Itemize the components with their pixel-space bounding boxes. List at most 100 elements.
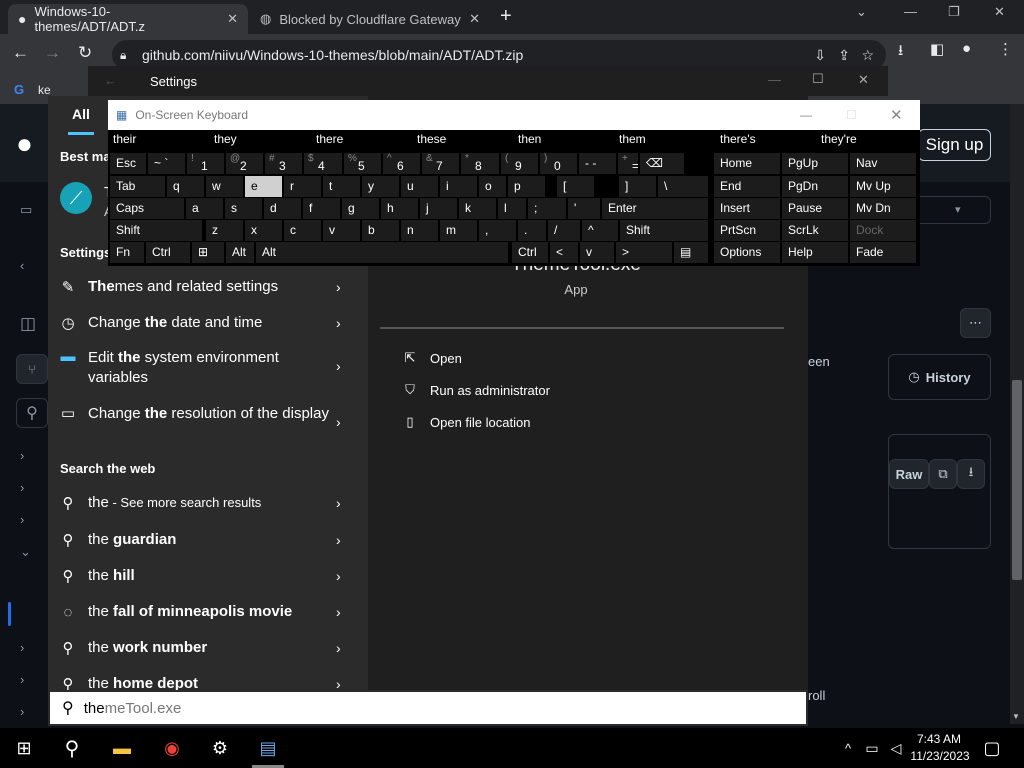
- osk-key[interactable]: t: [323, 176, 360, 197]
- minimize-icon[interactable]: —: [904, 4, 917, 19]
- tree-chevron-icon[interactable]: ›: [20, 448, 24, 463]
- chevron-left-icon[interactable]: ‹: [20, 258, 24, 273]
- chevron-right-icon[interactable]: ›: [336, 532, 341, 548]
- osk-key[interactable]: a: [186, 198, 223, 219]
- osk-key[interactable]: Fade: [850, 242, 916, 263]
- osk-key[interactable]: i: [440, 176, 477, 197]
- minimize-icon[interactable]: —: [800, 108, 812, 122]
- copy-icon[interactable]: ⧉: [929, 459, 957, 489]
- chevron-right-icon[interactable]: ›: [336, 640, 341, 656]
- osk-key[interactable]: j: [420, 198, 457, 219]
- osk-key[interactable]: * 8: [461, 153, 499, 174]
- search-icon[interactable]: ⚲: [16, 398, 48, 428]
- osk-key[interactable]: g: [342, 198, 379, 219]
- osk-key[interactable]: v: [323, 220, 360, 241]
- osk-key[interactable]: @2: [226, 153, 263, 174]
- chevron-right-icon[interactable]: ›: [336, 315, 341, 331]
- osk-key[interactable]: ▤: [674, 242, 708, 263]
- osk-key[interactable]: Mv Dn: [850, 198, 916, 219]
- osk-key[interactable]: ⌫: [640, 153, 684, 174]
- result-resolution[interactable]: ▭ Change the resolution of the display ›: [48, 404, 368, 446]
- osk-key[interactable]: Home: [714, 153, 780, 174]
- scrollbar-thumb[interactable]: [1012, 380, 1022, 580]
- maximize-icon[interactable]: ☐: [846, 108, 857, 122]
- close-tab-icon[interactable]: ✕: [227, 11, 238, 27]
- tree-chevron-icon[interactable]: ›: [20, 640, 24, 655]
- osk-key[interactable]: /: [548, 220, 580, 241]
- osk-key[interactable]: \: [658, 176, 708, 197]
- prediction-item[interactable]: they're: [821, 132, 857, 150]
- chevron-right-icon[interactable]: ›: [336, 279, 341, 295]
- result-env-vars[interactable]: ▬ Edit the system environment variables …: [48, 348, 368, 390]
- osk-key[interactable]: % 5: [344, 153, 381, 174]
- osk-key[interactable]: PgUp: [782, 153, 848, 174]
- network-icon[interactable]: ▭: [860, 736, 884, 760]
- chevron-right-icon[interactable]: ›: [336, 414, 341, 430]
- action-open[interactable]: ⇱ Open: [400, 350, 462, 366]
- restore-icon[interactable]: ❐: [948, 4, 960, 20]
- download-icon[interactable]: ⭳: [898, 40, 903, 65]
- settings-gear-icon[interactable]: ⚙: [208, 736, 232, 760]
- osk-key[interactable]: >: [616, 242, 672, 263]
- web-result[interactable]: ⚲ the hill ›: [48, 565, 368, 587]
- chevron-right-icon[interactable]: ›: [336, 604, 341, 620]
- action-run-as-admin[interactable]: ⛉ Run as administrator: [400, 382, 550, 398]
- osk-key[interactable]: Insert: [714, 198, 780, 219]
- osk-key[interactable]: m: [440, 220, 477, 241]
- osk-key[interactable]: v: [580, 242, 614, 263]
- osk-key[interactable]: k: [459, 198, 496, 219]
- notifications-icon[interactable]: ▢: [980, 736, 1004, 760]
- prediction-item[interactable]: there: [316, 132, 343, 150]
- prediction-item[interactable]: there's: [720, 132, 756, 150]
- osk-key[interactable]: o: [479, 176, 506, 197]
- osk-key[interactable]: ^ 6: [383, 153, 420, 174]
- install-icon[interactable]: ⇩: [814, 47, 826, 64]
- tree-chevron-icon[interactable]: ›: [20, 512, 24, 527]
- share-icon[interactable]: ⇪: [838, 47, 850, 64]
- windows-start-icon[interactable]: ⊞: [12, 736, 36, 760]
- chevron-right-icon[interactable]: ›: [336, 358, 341, 374]
- osk-key[interactable]: q: [167, 176, 204, 197]
- osk-key[interactable]: ]: [619, 176, 656, 197]
- osk-key[interactable]: u: [401, 176, 438, 197]
- osk-key[interactable]: [: [557, 176, 594, 197]
- profile-icon[interactable]: ●: [962, 40, 971, 57]
- chevron-right-icon[interactable]: ›: [336, 495, 341, 511]
- tree-chevron-icon[interactable]: ›: [20, 480, 24, 495]
- osk-key[interactable]: d: [264, 198, 301, 219]
- osk-key[interactable]: - -: [579, 153, 616, 174]
- prediction-item[interactable]: their: [113, 132, 136, 150]
- back-icon[interactable]: ←: [12, 43, 29, 63]
- chrome-icon[interactable]: ◉: [160, 736, 184, 760]
- osk-key[interactable]: Caps: [110, 198, 184, 219]
- osk-key[interactable]: $4: [304, 153, 342, 174]
- osk-key[interactable]: Alt: [226, 242, 254, 263]
- osk-key[interactable]: .: [518, 220, 546, 241]
- osk-key[interactable]: z: [206, 220, 243, 241]
- osk-key[interactable]: p: [508, 176, 545, 197]
- web-result[interactable]: ◌ the fall of minneapolis movie ›: [48, 601, 368, 623]
- bookmark-star-icon[interactable]: ☆: [861, 47, 874, 64]
- download-icon[interactable]: ⭳: [957, 459, 985, 489]
- osk-key[interactable]: ,: [479, 220, 516, 241]
- maximize-icon[interactable]: ☐: [812, 71, 824, 87]
- osk-key[interactable]: w: [206, 176, 243, 197]
- osk-key[interactable]: Fn: [110, 242, 144, 263]
- osk-key[interactable]: Shift: [110, 220, 202, 241]
- tree-chevron-down-icon[interactable]: ⌄: [20, 544, 31, 560]
- bookmark-item[interactable]: ke: [38, 83, 51, 97]
- osk-key[interactable]: n: [401, 220, 438, 241]
- osk-key[interactable]: (9: [501, 153, 538, 174]
- tab-search-icon[interactable]: ⌄: [856, 4, 867, 20]
- tree-chevron-icon[interactable]: ›: [20, 704, 24, 719]
- osk-key[interactable]: x: [245, 220, 282, 241]
- osk-key[interactable]: Mv Up: [850, 176, 916, 197]
- back-arrow-icon[interactable]: ←: [104, 73, 117, 88]
- osk-key[interactable]: #3: [265, 153, 302, 174]
- osk-key[interactable]: PgDn: [782, 176, 848, 197]
- close-window-icon[interactable]: ✕: [994, 4, 1005, 20]
- new-tab-button[interactable]: +: [500, 5, 512, 28]
- forward-icon[interactable]: →: [44, 43, 61, 63]
- clock-date[interactable]: 11/23/2023: [905, 749, 975, 763]
- chevron-right-icon[interactable]: ›: [336, 568, 341, 584]
